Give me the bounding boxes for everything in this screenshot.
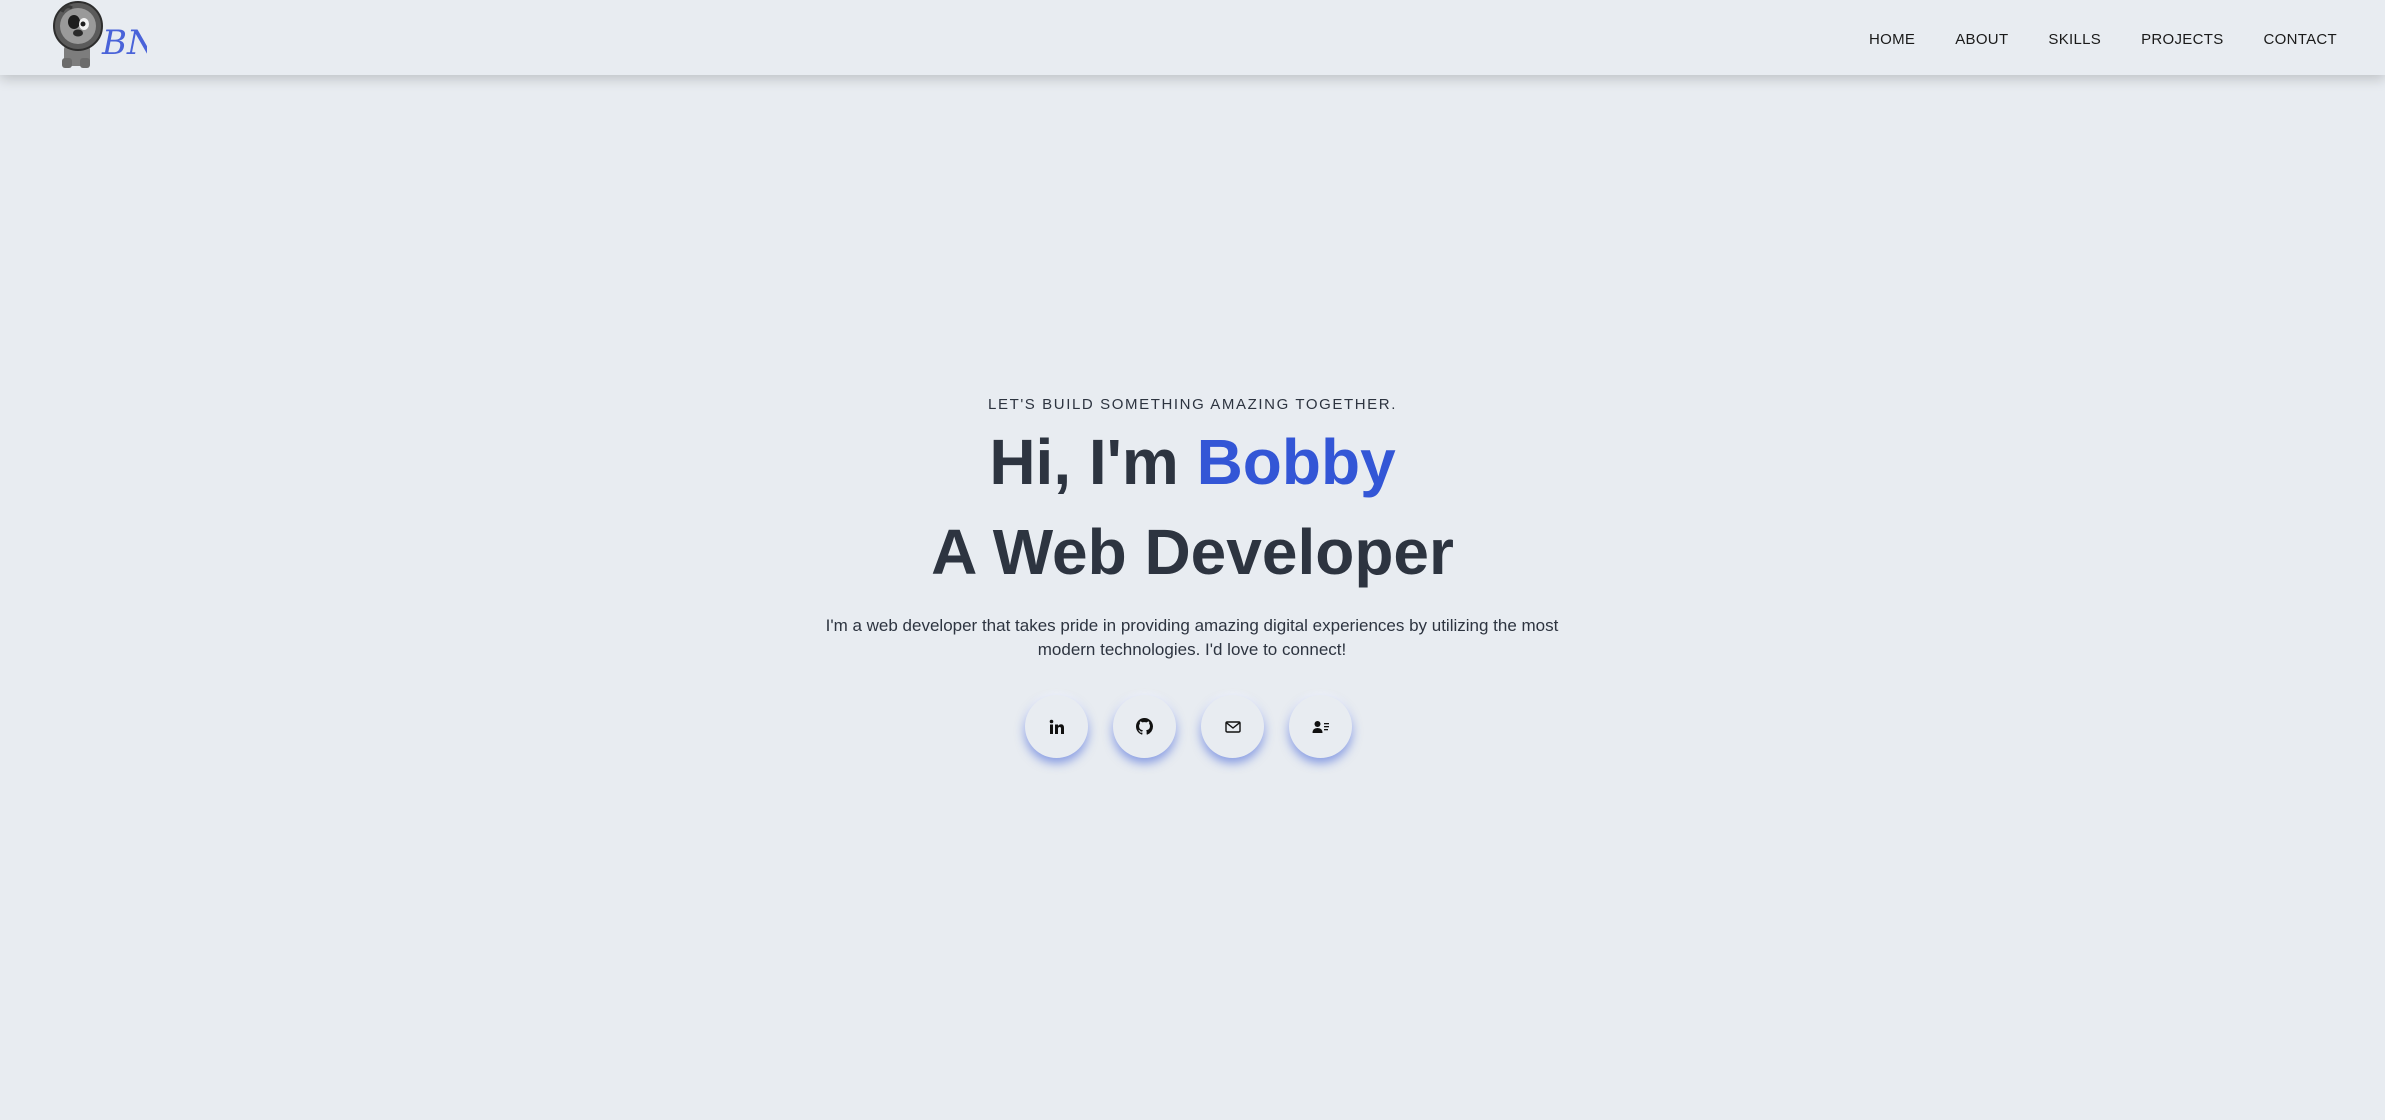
nav-contact[interactable]: CONTACT [2264,31,2337,48]
greeting-text: Hi, I'm [989,426,1197,498]
contact-card-icon [1312,720,1329,733]
hero-name: Bobby [1196,426,1396,498]
hero-intro: I'm a web developer that takes pride in … [825,616,1559,659]
astronaut-dog-logo-icon: BN [53,1,147,68]
hero-greeting: Hi, I'm Bobby [0,424,2385,500]
hero-subtitle: A Web Developer [931,516,1454,588]
nav-projects[interactable]: PROJECTS [2141,31,2223,48]
hero-section: LET'S BUILD SOMETHING AMAZING TOGETHER. … [0,0,2385,1120]
nav-skills[interactable]: SKILLS [2048,31,2101,48]
linkedin-icon [1049,719,1064,734]
social-links [1025,695,1352,758]
mail-icon [1224,720,1241,733]
github-button[interactable] [1113,695,1176,758]
resume-button[interactable] [1289,695,1352,758]
svg-text:BN: BN [101,23,147,63]
linkedin-button[interactable] [1025,695,1088,758]
email-button[interactable] [1201,695,1264,758]
nav-home[interactable]: HOME [1869,31,1915,48]
github-icon [1136,718,1153,735]
logo[interactable]: BN [52,0,147,72]
navbar: BN HOME ABOUT SKILLS PROJECTS CONTACT [0,0,2385,75]
hero-tagline: LET'S BUILD SOMETHING AMAZING TOGETHER. [988,396,1397,413]
nav-menu: HOME ABOUT SKILLS PROJECTS CONTACT [1869,0,2337,78]
nav-about[interactable]: ABOUT [1955,31,2008,48]
